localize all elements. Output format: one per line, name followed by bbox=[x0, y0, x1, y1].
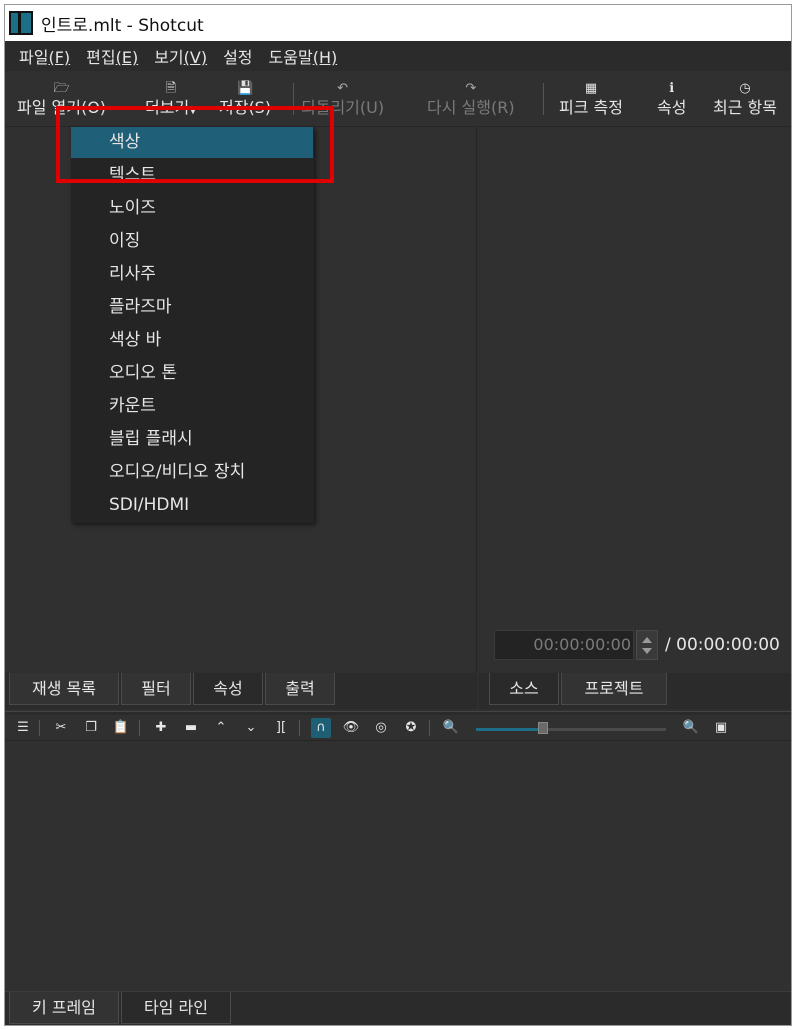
menu-item-text[interactable]: 텍스트 bbox=[71, 160, 314, 191]
file-add-icon: 🗎 bbox=[165, 81, 177, 96]
folder-icon: 🗁 bbox=[53, 81, 70, 96]
shotcut-window: 인트로.mlt - Shotcut 파일(F) 편집(E) 보기(V) 설정 도… bbox=[4, 4, 792, 1026]
tab-properties[interactable]: 속성 bbox=[193, 673, 263, 705]
shotcut-app-icon bbox=[9, 11, 33, 35]
timecode-spinner[interactable] bbox=[636, 630, 658, 660]
cut-icon[interactable]: ✂ bbox=[51, 718, 71, 738]
save-icon: 💾 bbox=[236, 81, 254, 96]
peak-meter-button[interactable]: ▦ 피크 측정 bbox=[559, 71, 623, 127]
paste-icon[interactable]: 📋 bbox=[111, 718, 131, 738]
undo-icon: ↶ bbox=[337, 81, 348, 96]
split-icon[interactable]: ][ bbox=[271, 718, 291, 738]
menu-help[interactable]: 도움말(H) bbox=[261, 44, 346, 68]
menu-file[interactable]: 파일(F) bbox=[11, 44, 78, 68]
tab-filters[interactable]: 필터 bbox=[121, 673, 191, 705]
timeline-toolbar: ☰ ✂ ❐ 📋 ✚ ▬ ⌃ ⌄ ][ ∩ 👁 ◎ ✪ 🔍 🔍 ▣ bbox=[5, 715, 791, 741]
menu-item-count[interactable]: 카운트 bbox=[71, 391, 314, 422]
menu-settings[interactable]: 설정 bbox=[215, 44, 260, 68]
open-file-button[interactable]: 🗁 파일 열기(O) bbox=[17, 71, 106, 127]
window-title: 인트로.mlt - Shotcut bbox=[41, 15, 204, 36]
menu-edit[interactable]: 편집(E) bbox=[78, 44, 146, 68]
clock-icon: ◷ bbox=[739, 81, 751, 96]
copy-icon[interactable]: ❐ bbox=[81, 718, 101, 738]
properties-button[interactable]: ℹ 속성 bbox=[657, 71, 686, 127]
timeline-area[interactable] bbox=[5, 741, 791, 991]
menu-item-av-device[interactable]: 오디오/비디오 장치 bbox=[71, 457, 314, 488]
timeline-separator bbox=[299, 720, 300, 736]
bottom-tab-bar: 키 프레임 타임 라인 bbox=[5, 991, 791, 1025]
remove-icon[interactable]: ▬ bbox=[181, 718, 201, 738]
toolbar-separator bbox=[543, 83, 544, 115]
info-icon: ℹ bbox=[669, 81, 675, 96]
menu-icon[interactable]: ☰ bbox=[13, 718, 33, 738]
timeline-separator bbox=[429, 720, 430, 736]
meter-icon: ▦ bbox=[584, 81, 598, 96]
tab-source[interactable]: 소스 bbox=[489, 673, 559, 705]
zoom-out-icon[interactable]: 🔍 bbox=[441, 718, 461, 738]
open-other-dropdown: 색상 텍스트 노이즈 이징 리사주 플라즈마 색상 바 오디오 톤 카운트 블립… bbox=[71, 127, 314, 523]
menu-item-lissajous[interactable]: 리사주 bbox=[71, 259, 314, 290]
tab-timeline[interactable]: 타임 라인 bbox=[121, 992, 231, 1024]
snap-icon[interactable]: ∩ bbox=[311, 718, 331, 738]
overwrite-icon[interactable]: ⌄ bbox=[241, 718, 261, 738]
scrub-icon[interactable]: 👁 bbox=[341, 718, 361, 738]
zoom-fit-icon[interactable]: ▣ bbox=[711, 718, 731, 738]
title-bar: 인트로.mlt - Shotcut bbox=[5, 5, 791, 41]
timeline-separator bbox=[139, 720, 140, 736]
duration-label: / 00:00:00:00 bbox=[665, 635, 780, 655]
append-icon[interactable]: ✚ bbox=[151, 718, 171, 738]
left-tab-bar: 재생 목록 필터 속성 출력 bbox=[5, 673, 477, 709]
tab-export[interactable]: 출력 bbox=[265, 673, 335, 705]
open-other-button[interactable]: 🗎 더보기▼ bbox=[145, 71, 197, 127]
tab-keyframes[interactable]: 키 프레임 bbox=[9, 992, 119, 1024]
right-tab-bar: 소스 프로젝트 bbox=[479, 673, 791, 709]
lift-icon[interactable]: ⌃ bbox=[211, 718, 231, 738]
zoom-slider-fill bbox=[476, 728, 543, 731]
menu-item-audio-tone[interactable]: 오디오 톤 bbox=[71, 358, 314, 389]
main-toolbar: 🗁 파일 열기(O) 🗎 더보기▼ 💾 저장(S) ↶ 되돌리기(U) ↷ 다시… bbox=[5, 71, 791, 127]
toolbar-separator bbox=[293, 83, 294, 115]
menu-item-plasma[interactable]: 플라즈마 bbox=[71, 292, 314, 323]
undo-button[interactable]: ↶ 되돌리기(U) bbox=[301, 71, 384, 127]
timecode-input[interactable]: 00:00:00:00 bbox=[494, 630, 634, 660]
redo-icon: ↷ bbox=[465, 81, 477, 96]
spin-down-icon[interactable] bbox=[642, 648, 652, 654]
timeline-separator bbox=[39, 720, 40, 736]
menu-item-blip-flash[interactable]: 블립 플래시 bbox=[71, 424, 314, 455]
menu-item-sdi-hdmi[interactable]: SDI/HDMI bbox=[71, 490, 314, 521]
recent-button[interactable]: ◷ 최근 항목 bbox=[713, 71, 777, 127]
menu-item-color[interactable]: 색상 bbox=[71, 127, 313, 158]
ripple-all-icon[interactable]: ✪ bbox=[401, 718, 421, 738]
menu-item-ising[interactable]: 이징 bbox=[71, 226, 314, 257]
tab-playlist[interactable]: 재생 목록 bbox=[9, 673, 119, 705]
zoom-in-icon[interactable]: 🔍 bbox=[681, 718, 701, 738]
menu-bar: 파일(F) 편집(E) 보기(V) 설정 도움말(H) bbox=[5, 41, 791, 71]
ripple-icon[interactable]: ◎ bbox=[371, 718, 391, 738]
redo-button[interactable]: ↷ 다시 실행(R) bbox=[427, 71, 515, 127]
save-button[interactable]: 💾 저장(S) bbox=[219, 71, 271, 127]
tab-project[interactable]: 프로젝트 bbox=[561, 673, 667, 705]
zoom-slider-handle[interactable] bbox=[537, 722, 548, 734]
menu-view[interactable]: 보기(V) bbox=[146, 44, 215, 68]
menu-item-noise[interactable]: 노이즈 bbox=[71, 193, 314, 224]
player-panel bbox=[479, 127, 791, 673]
spin-up-icon[interactable] bbox=[642, 637, 652, 643]
menu-item-color-bars[interactable]: 색상 바 bbox=[71, 325, 314, 356]
